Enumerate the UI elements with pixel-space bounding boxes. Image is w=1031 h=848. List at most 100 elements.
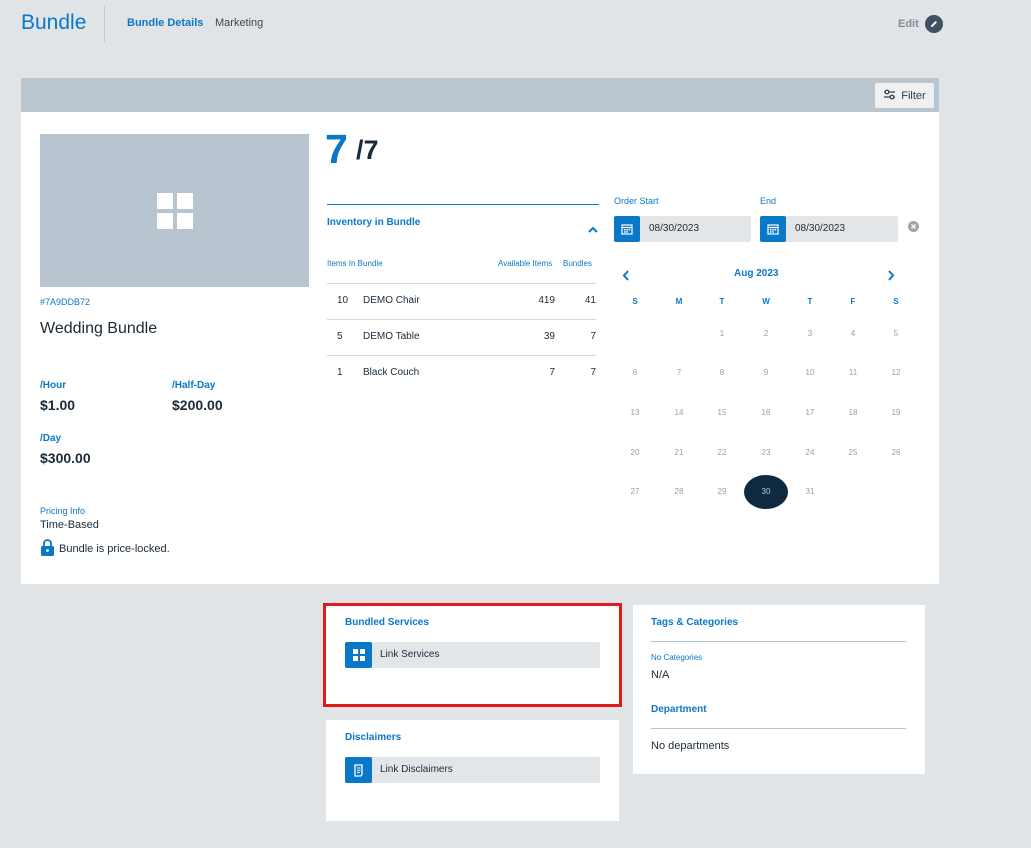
row-available: 7 (549, 367, 555, 378)
weekday-label: S (893, 297, 899, 306)
link-disclaimers-label: Link Disclaimers (380, 764, 453, 775)
calendar-day[interactable]: 6 (613, 356, 657, 390)
inventory-title[interactable]: Inventory in Bundle (327, 217, 420, 228)
price-hour-value: $1.00 (40, 397, 76, 413)
filter-label: Filter (901, 89, 926, 102)
price-halfday-value: $200.00 (172, 397, 223, 413)
sliders-icon (883, 89, 896, 103)
calendar-icon[interactable] (760, 216, 786, 242)
grid-icon (345, 642, 372, 668)
calendar-day[interactable]: 29 (700, 475, 744, 509)
calendar-month: Aug 2023 (734, 268, 779, 279)
categories-value: N/A (651, 669, 670, 681)
row-bundles: 7 (590, 367, 596, 378)
calendar-day[interactable]: 18 (831, 395, 875, 429)
inventory-divider (327, 204, 599, 205)
calendar-day[interactable]: 25 (831, 435, 875, 469)
calendar-day[interactable]: 8 (700, 356, 744, 390)
price-day-value: $300.00 (40, 450, 91, 466)
calendar-day[interactable]: 27 (613, 475, 657, 509)
grid-icon (156, 192, 193, 229)
calendar-day[interactable]: 12 (874, 356, 918, 390)
order-start-value: 08/30/2023 (649, 223, 700, 234)
bundle-card: #7A9DDB72 Wedding Bundle /Hour $1.00 /Ha… (21, 112, 939, 584)
row-qty: 1 (337, 367, 343, 378)
calendar-day[interactable]: 20 (613, 435, 657, 469)
department-divider (651, 728, 906, 729)
calendar-day[interactable]: 19 (874, 395, 918, 429)
weekday-label: W (762, 297, 770, 306)
calendar-day[interactable]: 16 (744, 395, 788, 429)
tags-categories-card: Tags & Categories No Categories N/A Depa… (633, 605, 925, 774)
tags-divider (651, 641, 906, 642)
row-qty: 5 (337, 331, 343, 342)
weekday-label: S (632, 297, 638, 306)
lock-icon (40, 539, 55, 559)
bundle-sku: #7A9DDB72 (40, 297, 91, 307)
row-name: DEMO Table (363, 331, 420, 342)
clear-dates-button[interactable] (908, 221, 919, 232)
pricing-info-value: Time-Based (40, 519, 99, 531)
calendar-day[interactable]: 15 (700, 395, 744, 429)
disclaimers-card: Disclaimers Link Disclaimers (326, 720, 619, 821)
calendar-day[interactable]: 11 (831, 356, 875, 390)
col-header-items: Items In Bundle (327, 259, 383, 268)
col-header-bundles: Bundles (563, 259, 592, 268)
department-value: No departments (651, 740, 730, 752)
price-halfday-label: /Half-Day (172, 380, 216, 391)
row-name: Black Couch (363, 367, 420, 378)
calendar-day[interactable]: 26 (874, 435, 918, 469)
chevron-right-icon[interactable] (887, 268, 895, 286)
table-row: 1 Black Couch 7 7 (327, 355, 596, 391)
edit-button[interactable]: Edit (898, 15, 943, 33)
tab-marketing[interactable]: Marketing (215, 17, 263, 29)
tab-bundle-details[interactable]: Bundle Details (127, 17, 203, 29)
link-disclaimers-button[interactable]: Link Disclaimers (345, 757, 600, 783)
order-end-label: End (760, 196, 777, 206)
calendar-day-selected[interactable]: 30 (744, 474, 788, 509)
weekday-label: M (675, 297, 683, 306)
row-bundles: 41 (584, 295, 596, 306)
calendar-day[interactable]: 4 (831, 316, 875, 350)
price-lock-status: Bundle is price-locked. (40, 539, 170, 559)
calendar-day[interactable]: 1 (700, 316, 744, 350)
calendar-day[interactable]: 17 (788, 395, 832, 429)
calendar-day[interactable]: 14 (657, 395, 701, 429)
bundled-services-card: Bundled Services Link Services (326, 606, 619, 704)
order-end-field[interactable]: 08/30/2023 (760, 216, 898, 242)
pencil-icon (924, 15, 943, 33)
calendar-day[interactable]: 5 (874, 316, 918, 350)
row-bundles: 7 (590, 331, 596, 342)
categories-label: No Categories (651, 653, 703, 662)
price-day-label: /Day (40, 433, 62, 444)
price-hour-label: /Hour (40, 380, 67, 391)
calendar-day[interactable]: 28 (657, 475, 701, 509)
calendar-day[interactable]: 9 (744, 356, 788, 390)
calendar-day[interactable]: 23 (744, 435, 788, 469)
weekday-label: F (850, 297, 856, 306)
price-lock-text: Bundle is price-locked. (59, 543, 170, 555)
chevron-up-icon[interactable] (588, 220, 598, 238)
chevron-left-icon[interactable] (622, 268, 630, 286)
weekday-label: T (807, 297, 813, 306)
col-header-available: Available Items (498, 259, 553, 268)
calendar-day[interactable]: 22 (700, 435, 744, 469)
calendar-icon[interactable] (614, 216, 640, 242)
link-services-button[interactable]: Link Services (345, 642, 600, 668)
filter-bar: Filter (21, 78, 939, 112)
calendar-day[interactable]: 24 (788, 435, 832, 469)
filter-button[interactable]: Filter (875, 83, 934, 108)
calendar-day[interactable]: 10 (788, 356, 832, 390)
calendar-day[interactable]: 3 (788, 316, 832, 350)
calendar-day[interactable]: 7 (657, 356, 701, 390)
department-title: Department (651, 704, 707, 715)
order-start-field[interactable]: 08/30/2023 (614, 216, 751, 242)
table-row: 10 DEMO Chair 419 41 (327, 283, 596, 319)
calendar-day[interactable]: 31 (788, 475, 832, 509)
header-divider (104, 6, 105, 42)
calendar-day[interactable]: 21 (657, 435, 701, 469)
calendar-day[interactable]: 13 (613, 395, 657, 429)
order-start-label: Order Start (614, 196, 659, 206)
calendar-day[interactable]: 2 (744, 316, 788, 350)
edit-label: Edit (898, 18, 919, 30)
